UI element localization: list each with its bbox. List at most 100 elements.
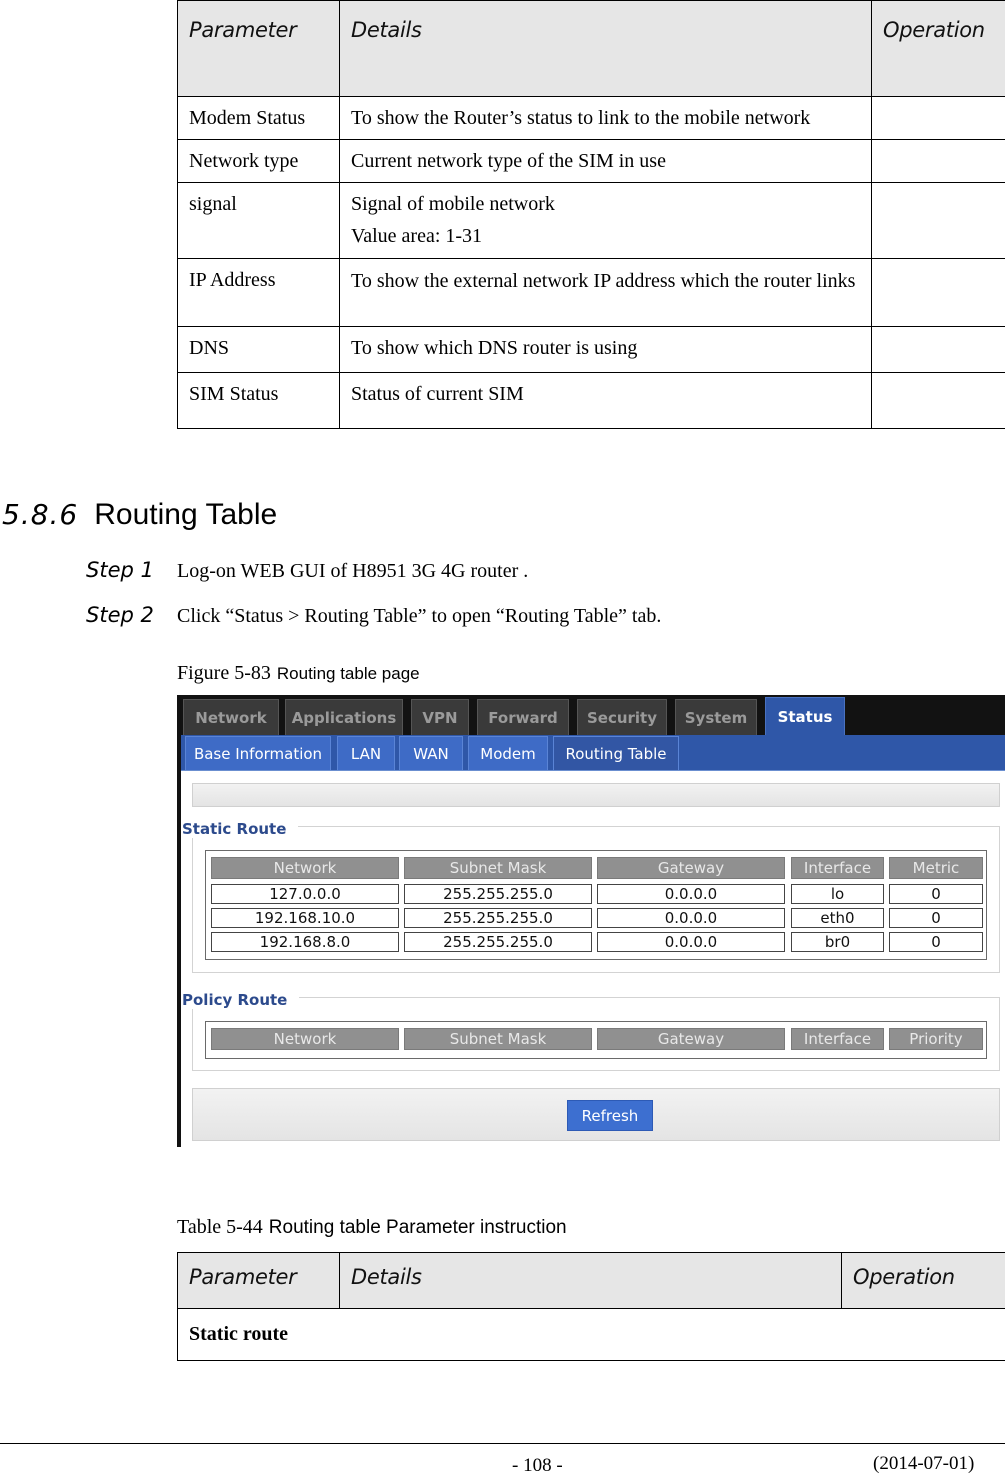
table-caption: Table 5-44 Routing table Parameter instru… [177, 1216, 567, 1239]
policy-header-interface: Interface [791, 1028, 884, 1050]
static-cell-network: 127.0.0.0 [211, 884, 399, 904]
cell-details: To show the external network IP address … [339, 258, 872, 327]
static-cell-gateway: 0.0.0.0 [597, 932, 785, 952]
table-row: DNS To show which DNS router is using [177, 326, 1005, 373]
table-header-row: Parameter Details Operation [177, 1252, 1005, 1309]
step-text: Click “Status > Routing Table” to open “… [177, 605, 662, 627]
cell-parameter: SIM Status [177, 372, 340, 429]
cell-parameter: Network type [177, 139, 340, 183]
section-heading: 5.8.6 Routing Table [2, 498, 277, 532]
header-operation: Operation [871, 0, 1005, 97]
page-number: - 108 - [512, 1455, 563, 1476]
action-bar: Refresh [192, 1088, 1000, 1141]
main-tab-forward[interactable]: Forward [477, 699, 569, 735]
header-operation-label: Operation [883, 18, 985, 42]
sub-nav: Base Information LAN WAN Modem Routing T… [181, 735, 1005, 771]
header-details: Details [339, 1252, 842, 1309]
sub-tab-wan[interactable]: WAN [399, 736, 463, 770]
step-label: Step 2 [86, 603, 154, 627]
table-section-row: Static route [177, 1308, 1005, 1361]
main-tab-system[interactable]: System [675, 699, 757, 735]
static-header-interface: Interface [791, 857, 884, 879]
step-2: Step 2 Click “Status > Routing Table” to … [86, 603, 661, 628]
main-tab-vpn[interactable]: VPN [411, 699, 469, 735]
policy-route-legend: Policy Route [182, 991, 300, 1009]
static-cell-interface: lo [791, 884, 884, 904]
document-date: (2014-07-01) [873, 1453, 975, 1474]
section-title: Routing Table [94, 498, 278, 531]
section-label-static-route: Static route [177, 1308, 1005, 1361]
cell-operation [871, 258, 1005, 327]
details-line: Value area: 1-31 [351, 225, 483, 247]
cell-operation [871, 96, 1005, 140]
table-row: SIM Status Status of current SIM [177, 372, 1005, 429]
cell-details: Status of current SIM [339, 372, 872, 429]
main-tab-applications[interactable]: Applications [285, 699, 403, 735]
cell-parameter: IP Address [177, 258, 340, 327]
static-cell-subnet-mask: 255.255.255.0 [404, 908, 592, 928]
cell-parameter: Modem Status [177, 96, 340, 140]
cell-details: Signal of mobile network Value area: 1-3… [339, 182, 872, 259]
static-route-table: Network Subnet Mask Gateway Interface Me… [205, 850, 987, 960]
static-cell-metric: 0 [889, 932, 983, 952]
static-header-subnet-mask: Subnet Mask [404, 857, 592, 879]
static-cell-network: 192.168.10.0 [211, 908, 399, 928]
policy-route-table: Network Subnet Mask Gateway Interface Pr… [205, 1021, 987, 1059]
table-row: Modem Status To show the Router’s status… [177, 96, 1005, 140]
static-cell-interface: br0 [791, 932, 884, 952]
parameter-table-modem: Parameter Details Operation Modem Status… [177, 0, 1005, 429]
static-header-metric: Metric [889, 857, 983, 879]
section-number: 5.8.6 [2, 498, 79, 531]
static-cell-network: 192.168.8.0 [211, 932, 399, 952]
cell-details: Current network type of the SIM in use [339, 139, 872, 183]
static-cell-metric: 0 [889, 884, 983, 904]
figure-caption: Figure 5-83 Routing table page [177, 662, 420, 685]
sub-tab-modem[interactable]: Modem [468, 736, 548, 770]
static-route-legend: Static Route [182, 820, 299, 838]
static-cell-metric: 0 [889, 908, 983, 928]
sub-tab-routing-table[interactable]: Routing Table [553, 736, 679, 770]
top-toolbar-bar [192, 783, 1000, 807]
main-tab-security[interactable]: Security [577, 699, 667, 735]
policy-header-network: Network [211, 1028, 399, 1050]
sub-tab-base-information[interactable]: Base Information [185, 736, 331, 770]
cell-operation [871, 139, 1005, 183]
parameter-table-routing: Parameter Details Operation Static route [177, 1252, 1005, 1361]
header-operation: Operation [841, 1252, 1005, 1309]
table-number: Table 5-44 [177, 1216, 263, 1238]
routing-table-screenshot: Network Applications VPN Forward Securit… [177, 695, 1005, 1147]
figure-title: Routing table page [276, 664, 420, 683]
static-cell-gateway: 0.0.0.0 [597, 908, 785, 928]
table-header-row: Parameter Details Operation [177, 0, 1005, 97]
step-1: Step 1 Log-on WEB GUI of H8951 3G 4G rout… [86, 558, 528, 583]
policy-header-gateway: Gateway [597, 1028, 785, 1050]
cell-parameter: DNS [177, 326, 340, 373]
cell-details: To show which DNS router is using [339, 326, 872, 373]
cell-operation [871, 326, 1005, 373]
table-row: signal Signal of mobile network Value ar… [177, 182, 1005, 259]
static-cell-subnet-mask: 255.255.255.0 [404, 932, 592, 952]
main-nav: Network Applications VPN Forward Securit… [181, 695, 1005, 735]
main-tab-network[interactable]: Network [183, 699, 279, 735]
details-line: Signal of mobile network [351, 193, 555, 215]
static-cell-gateway: 0.0.0.0 [597, 884, 785, 904]
header-details: Details [339, 0, 872, 97]
footer-divider [0, 1443, 1005, 1444]
refresh-button[interactable]: Refresh [567, 1100, 653, 1131]
cell-details: To show the Router’s status to link to t… [339, 96, 872, 140]
table-row: Network type Current network type of the… [177, 139, 1005, 183]
static-header-network: Network [211, 857, 399, 879]
policy-header-priority: Priority [889, 1028, 983, 1050]
cell-parameter: signal [177, 182, 340, 259]
header-parameter: Parameter [177, 0, 340, 97]
policy-header-subnet-mask: Subnet Mask [404, 1028, 592, 1050]
table-row: IP Address To show the external network … [177, 258, 1005, 327]
main-tab-status[interactable]: Status [765, 697, 845, 735]
static-header-gateway: Gateway [597, 857, 785, 879]
cell-operation [871, 372, 1005, 429]
step-label: Step 1 [86, 558, 154, 582]
step-text: Log-on WEB GUI of H8951 3G 4G router . [177, 560, 529, 582]
sub-tab-lan[interactable]: LAN [337, 736, 395, 770]
static-cell-interface: eth0 [791, 908, 884, 928]
figure-number: Figure 5-83 [177, 662, 271, 684]
